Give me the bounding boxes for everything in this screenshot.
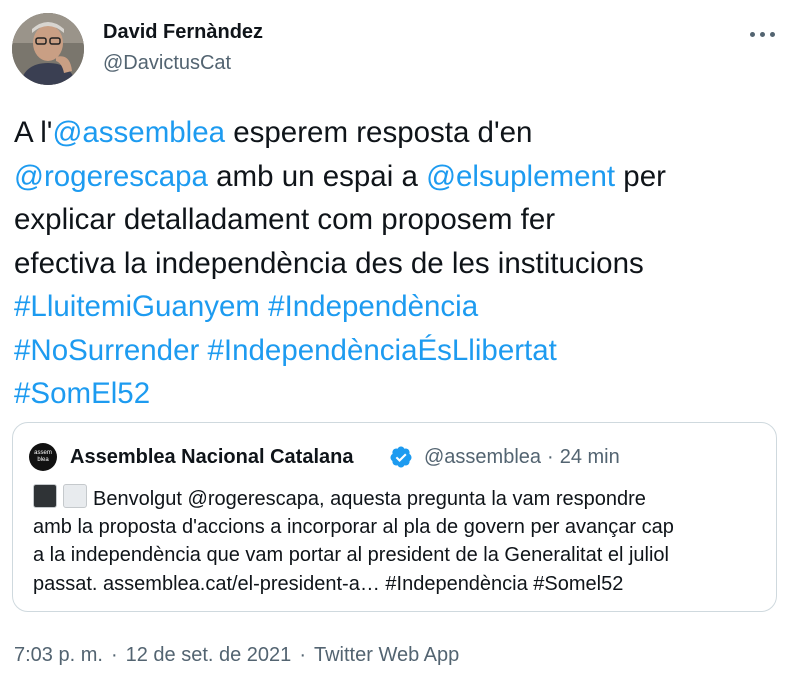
more-options-icon[interactable] [750,30,776,40]
quoted-line: amb la proposta d'accions a incorporar a… [33,515,674,538]
hashtag-link[interactable]: #LluitemiGuanyem [14,290,260,323]
quoted-line: Benvolgut @rogerescapa, aquesta pregunta… [33,484,768,513]
avatar-photo-icon [12,13,84,85]
mention-link[interactable]: @elsuplement [426,160,615,193]
quoted-line: a la independència que vam portar al pre… [33,544,669,566]
quoted-line: passat. assemblea.cat/el-president-a… #I… [33,572,624,595]
tweet-text-segment: amb un espai a [207,159,427,193]
tweet-source-app[interactable]: Twitter Web App [314,644,459,666]
quoted-tweet[interactable]: assem blea Assemblea Nacional Catalana @… [12,422,777,612]
hashtag-link[interactable]: #Independència [268,290,478,323]
flag-emoji-icon [63,484,87,508]
flag-emoji-icon [33,484,57,508]
tweet-text-segment: esperem resposta d'en [225,116,533,149]
author-handle[interactable]: @DavictusCat [103,52,231,75]
author-avatar[interactable] [12,13,84,85]
verified-badge-icon [390,446,412,468]
tweet-line: explicar detalladament com proposem fer [14,198,784,242]
footer-separator: · [299,644,306,666]
quoted-line-text: Benvolgut @rogerescapa, aquesta pregunta… [93,488,646,510]
tweet-text: A l'@assemblea esperem resposta d'en @rog… [14,111,784,416]
hashtag-link[interactable]: #SomEl52 [14,377,150,410]
tweet-text-segment: per [615,159,666,193]
tweet-text-segment [199,334,207,367]
quoted-text: Benvolgut @rogerescapa, aquesta pregunta… [33,484,768,598]
tweet-line: #SomEl52 [14,372,784,416]
tweet-line: @rogerescapa amb un espai a @elsuplement… [14,155,784,199]
quoted-time[interactable]: 24 min [560,446,620,468]
tweet-text-segment: A l' [14,116,53,149]
quoted-separator: · [547,446,554,468]
quoted-avatar[interactable]: assem blea [29,443,57,471]
footer-separator: · [110,644,118,666]
author-name[interactable]: David Fernàndez [103,21,263,44]
tweet-line: efectiva la independència des de les ins… [14,242,784,286]
hashtag-link[interactable]: #IndependènciaÉsLlibertat [208,334,557,367]
quoted-meta: @assemblea · 24 min [424,446,620,469]
quoted-handle[interactable]: @assemblea [424,446,541,468]
tweet-text-segment: explicar detalladament com proposem fer [14,203,556,236]
tweet-text-segment: efectiva la independència des de les ins… [14,246,644,280]
tweet-line: #LluitemiGuanyem #Independència [14,285,784,329]
mention-link[interactable]: @rogerescapa [14,160,208,193]
tweet-footer: 7:03 p. m. · 12 de set. de 2021 · Twitter We… [14,644,459,667]
tweet-time[interactable]: 7:03 p. m. [14,644,103,666]
tweet-text-segment [260,290,268,323]
tweet-date[interactable]: 12 de set. de 2021 [126,644,292,666]
hashtag-link[interactable]: #NoSurrender [14,334,199,367]
quoted-author-name[interactable]: Assemblea Nacional Catalana [70,446,353,469]
tweet-line: A l'@assemblea esperem resposta d'en [14,111,784,155]
tweet-line: #NoSurrender #IndependènciaÉsLlibertat [14,329,784,373]
mention-link[interactable]: @assemblea [52,116,225,149]
